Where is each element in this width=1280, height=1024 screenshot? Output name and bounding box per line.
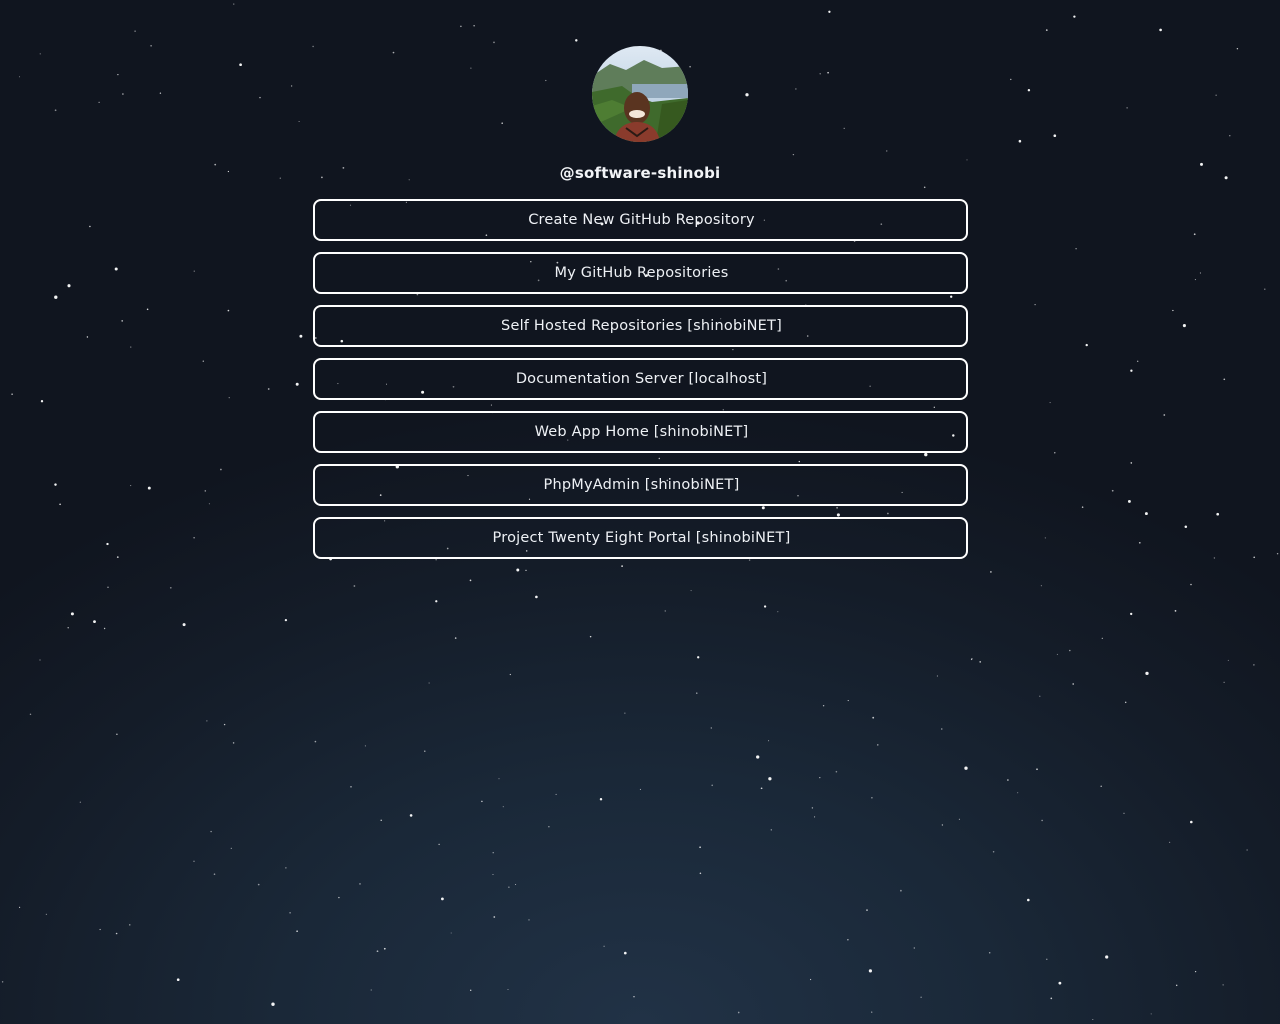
avatar <box>592 46 688 142</box>
link-page: @software-shinobi Create New GitHub Repo… <box>0 0 1280 559</box>
link-list: Create New GitHub Repository My GitHub R… <box>312 199 968 559</box>
profile-photo-icon <box>592 46 688 142</box>
link-button-project-twenty-eight-portal[interactable]: Project Twenty Eight Portal [shinobiNET] <box>312 517 968 559</box>
link-button-self-hosted-repositories[interactable]: Self Hosted Repositories [shinobiNET] <box>312 305 968 347</box>
link-button-create-repository[interactable]: Create New GitHub Repository <box>312 199 968 241</box>
link-button-my-repositories[interactable]: My GitHub Repositories <box>312 252 968 294</box>
username: @software-shinobi <box>559 164 721 182</box>
link-button-web-app-home[interactable]: Web App Home [shinobiNET] <box>312 411 968 453</box>
link-button-documentation-server[interactable]: Documentation Server [localhost] <box>312 358 968 400</box>
link-button-phpmyadmin[interactable]: PhpMyAdmin [shinobiNET] <box>312 464 968 506</box>
